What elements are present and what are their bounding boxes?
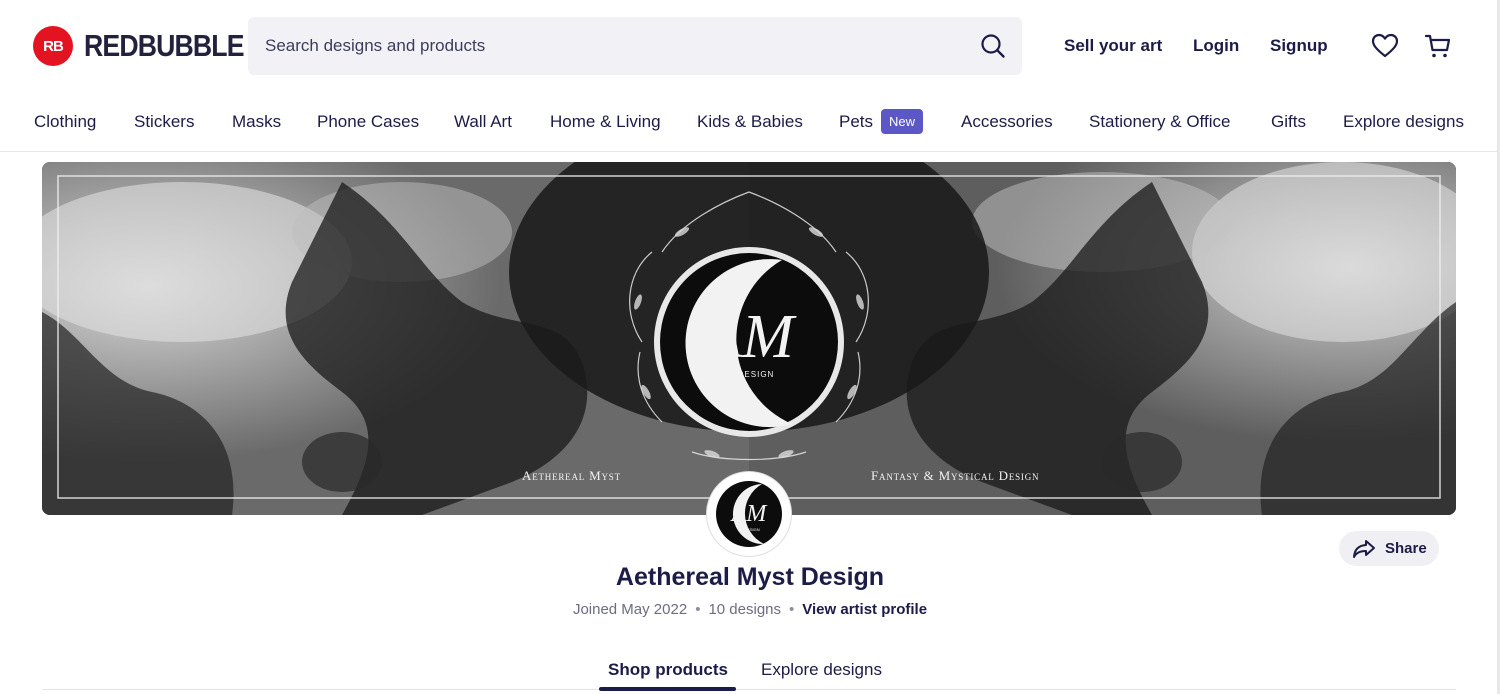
share-button[interactable]: Share [1339, 531, 1439, 566]
share-arrow-icon [1353, 539, 1375, 558]
nav-item-gifts[interactable]: Gifts [1271, 112, 1306, 132]
redbubble-logo[interactable]: RB REDBUBBLE [33, 26, 270, 66]
logo-mark-text: RB [43, 37, 64, 55]
nav-item-masks[interactable]: Masks [232, 112, 281, 132]
artist-banner: AM DESIGN Aethereal Myst Fantasy & Mysti… [42, 162, 1456, 515]
nav-item-pets[interactable]: Pets [839, 112, 873, 132]
banner-artwork: AM DESIGN [42, 162, 1456, 515]
meta-separator: • [695, 601, 701, 618]
banner-right-caption: Fantasy & Mystical Design [871, 468, 1040, 483]
signup-link[interactable]: Signup [1270, 36, 1328, 56]
view-artist-profile-link[interactable]: View artist profile [802, 601, 927, 618]
new-badge: New [881, 109, 924, 134]
category-nav: Clothing Stickers Masks Phone Cases Wall… [0, 92, 1500, 152]
search-input[interactable] [248, 17, 948, 75]
joined-date: Joined May 2022 [572, 601, 688, 618]
banner-left-caption: Aethereal Myst [522, 468, 621, 483]
heart-icon[interactable] [1370, 31, 1400, 61]
tab-explore-designs[interactable]: Explore designs [761, 660, 882, 680]
nav-item-accessories[interactable]: Accessories [961, 112, 1053, 132]
artist-name: Aethereal Myst Design [615, 563, 885, 591]
search-icon[interactable] [980, 33, 1006, 59]
nav-item-stickers[interactable]: Stickers [134, 112, 194, 132]
banner-monogram: AM [700, 303, 797, 371]
search-bar [248, 17, 1022, 75]
meta-separator: • [789, 601, 795, 618]
sell-your-art-link[interactable]: Sell your art [1064, 36, 1162, 56]
artist-meta: Joined May 2022 • 10 designs • View artist p… [0, 601, 1500, 618]
nav-item-clothing[interactable]: Clothing [34, 112, 96, 132]
nav-item-kids-babies[interactable]: Kids & Babies [697, 112, 803, 132]
avatar-monogram-sub: DESIGN [744, 527, 759, 532]
nav-item-wall-art[interactable]: Wall Art [454, 112, 512, 132]
avatar-monogram-image: AM DESIGN [710, 475, 788, 553]
artist-avatar: AM DESIGN [707, 472, 791, 556]
tab-shop-products[interactable]: Shop products [608, 660, 728, 680]
site-header: RB REDBUBBLE Sell your art Login Signup [0, 0, 1500, 92]
design-count: 10 designs [708, 601, 782, 618]
nav-item-home-living[interactable]: Home & Living [550, 112, 661, 132]
avatar-monogram: AM [730, 501, 769, 527]
logo-mark-icon: RB [33, 26, 73, 66]
login-link[interactable]: Login [1193, 36, 1239, 56]
cart-icon[interactable] [1423, 31, 1453, 61]
logo-wordmark: REDBUBBLE [84, 28, 244, 63]
tabs-divider [42, 689, 1456, 690]
nav-item-phone-cases[interactable]: Phone Cases [317, 112, 419, 132]
banner-monogram-sub: DESIGN [738, 370, 775, 379]
nav-item-stationery-office[interactable]: Stationery & Office [1089, 112, 1230, 132]
active-tab-indicator [599, 687, 736, 691]
nav-item-explore-designs[interactable]: Explore designs [1343, 112, 1464, 132]
share-label: Share [1385, 540, 1427, 557]
